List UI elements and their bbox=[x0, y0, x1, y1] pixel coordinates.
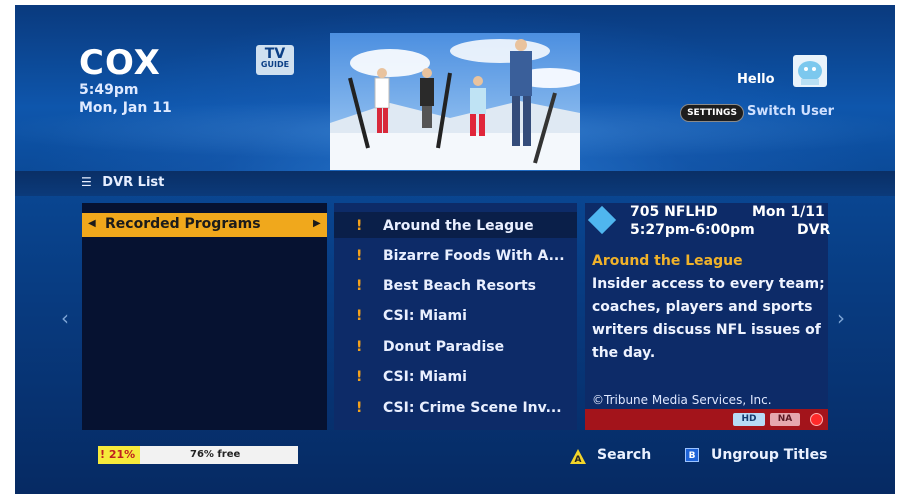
copyright-text: ©Tribune Media Services, Inc. bbox=[592, 393, 772, 407]
airing-time: 5:27pm-6:00pm bbox=[630, 222, 755, 238]
storage-used-label: ! 21% bbox=[100, 448, 136, 461]
nav-right-arrow-icon[interactable]: › bbox=[837, 306, 845, 330]
list-item[interactable]: ! Around the League bbox=[335, 212, 577, 242]
na-badge: NA bbox=[770, 413, 800, 426]
promo-image bbox=[330, 33, 580, 170]
chevron-right-icon: ▶ bbox=[313, 218, 321, 229]
clock-time: 5:49pm bbox=[79, 82, 139, 98]
tv-guide-logo: TV GUIDE bbox=[256, 45, 294, 75]
nav-left-arrow-icon[interactable]: ‹ bbox=[61, 306, 69, 330]
warning-icon: ! bbox=[356, 218, 363, 234]
program-title: Around the League bbox=[592, 253, 743, 269]
warning-icon: ! bbox=[356, 339, 363, 355]
category-panel bbox=[82, 203, 327, 430]
b-button-icon: B bbox=[685, 448, 699, 462]
user-avatar-icon[interactable] bbox=[793, 55, 827, 87]
cox-logo: COX bbox=[79, 43, 161, 83]
storage-meter: ! 21% 76% free bbox=[98, 446, 298, 464]
svg-text:A: A bbox=[575, 455, 582, 464]
greeting: Hello bbox=[737, 72, 775, 87]
warning-icon: ! bbox=[356, 308, 363, 324]
list-item[interactable]: ! CSI: Miami bbox=[335, 302, 577, 332]
list-item[interactable]: ! CSI: Crime Scene Inv... bbox=[335, 394, 577, 424]
airing-day: Mon 1/11 bbox=[752, 204, 825, 220]
list-icon: ☰ bbox=[81, 175, 92, 189]
page-title: ☰ DVR List bbox=[81, 175, 165, 190]
search-button[interactable]: Search bbox=[597, 447, 651, 463]
program-description: Insider access to every team; coaches, p… bbox=[592, 276, 825, 361]
warning-icon: ! bbox=[356, 400, 363, 416]
storage-free-label: 76% free bbox=[190, 449, 241, 460]
warning-icon: ! bbox=[356, 369, 363, 385]
hd-badge: HD bbox=[733, 413, 765, 426]
channel-number: 705 NFLHD bbox=[630, 204, 718, 220]
clock-date: Mon, Jan 11 bbox=[79, 100, 172, 116]
ungroup-titles-button[interactable]: Ungroup Titles bbox=[711, 447, 827, 463]
switch-user-button[interactable]: Switch User bbox=[747, 104, 834, 119]
list-item[interactable]: ! Best Beach Resorts bbox=[335, 272, 577, 302]
record-icon bbox=[810, 413, 823, 426]
warning-icon: ! bbox=[356, 248, 363, 264]
settings-button[interactable]: SETTINGS bbox=[680, 104, 744, 122]
menu-item-label: Recorded Programs bbox=[105, 216, 261, 232]
chevron-left-icon: ◀ bbox=[88, 218, 96, 229]
a-button-icon: A bbox=[570, 449, 586, 464]
list-item[interactable]: ! CSI: Miami bbox=[335, 363, 577, 393]
list-item[interactable]: ! Donut Paradise bbox=[335, 333, 577, 363]
list-item[interactable]: ! Bizarre Foods With A... bbox=[335, 242, 577, 272]
warning-icon: ! bbox=[356, 278, 363, 294]
source-label: DVR bbox=[797, 222, 831, 238]
tv-screen: COX 5:49pm Mon, Jan 11 TV GUIDE Hello SE… bbox=[15, 5, 895, 494]
